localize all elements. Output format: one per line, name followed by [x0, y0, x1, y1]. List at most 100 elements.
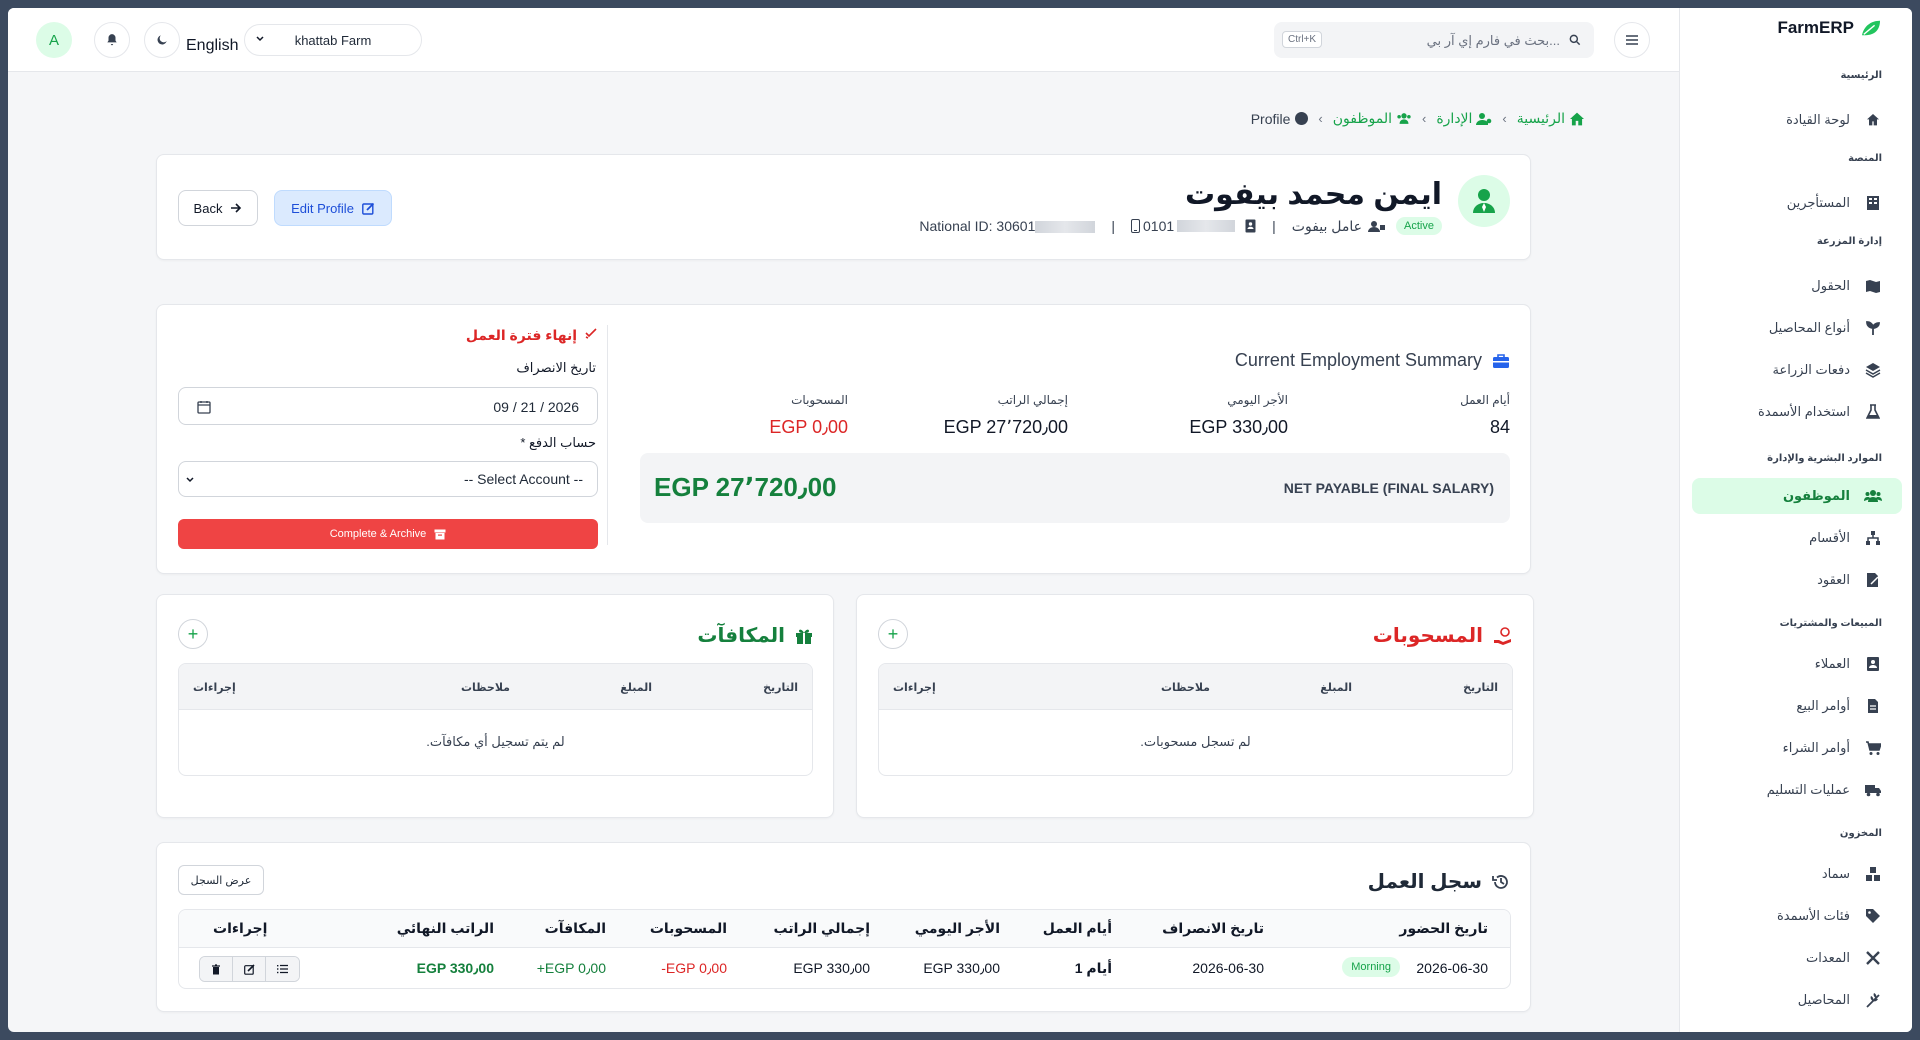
- edit-profile-button[interactable]: Edit Profile: [274, 190, 392, 226]
- sidebar-item-label: المعدات: [1805, 950, 1850, 965]
- payment-account-select[interactable]: -- Select Account --: [178, 461, 598, 497]
- sidebar-item-label: الأقسام: [1809, 530, 1850, 545]
- stat-daily-wage: الأجر اليومي EGP 330٫00: [1189, 393, 1288, 438]
- search-bar[interactable]: Ctrl+K بحث في فارم إي آر بي...: [1274, 22, 1594, 58]
- complete-archive-label: Complete & Archive: [329, 528, 427, 540]
- cell-days: 1 أيام: [1074, 960, 1112, 976]
- column-header-actions: إجراءات: [193, 682, 236, 694]
- invoice-icon: [1864, 697, 1882, 715]
- sidebar-item-label: دفعات الزراعة: [1772, 362, 1850, 377]
- role-label: عامل بيفوت: [1291, 217, 1363, 234]
- wheat-icon: [1864, 991, 1882, 1009]
- sidebar-item-planting-batches[interactable]: دفعات الزراعة: [1692, 352, 1902, 388]
- sidebar-item-tenants[interactable]: المستأجرين: [1692, 185, 1902, 221]
- net-payable-value: EGP 27٬720٫00: [654, 472, 837, 502]
- sidebar-item-fields[interactable]: الحقول: [1692, 268, 1902, 304]
- sidebar-item-fertilizer-usage[interactable]: استخدام الأسمدة: [1692, 394, 1902, 430]
- search-input[interactable]: بحث في فارم إي آر بي...: [1427, 33, 1560, 49]
- phone-prefix: 0101: [1143, 218, 1175, 234]
- status-badge: Active: [1396, 217, 1442, 235]
- breadcrumb-admin[interactable]: الإدارة: [1436, 110, 1492, 127]
- dark-mode-toggle[interactable]: [144, 22, 180, 58]
- menu-toggle-button[interactable]: [1614, 22, 1650, 58]
- column-header-rewards: المكافآت: [544, 920, 606, 936]
- list-icon: [277, 964, 288, 974]
- sidebar-item-sales-orders[interactable]: أوامر البيع: [1692, 688, 1902, 724]
- role: عامل بيفوت: [1292, 218, 1386, 235]
- hamburger-icon: [1626, 35, 1638, 45]
- sidebar-item-equipment[interactable]: المعدات: [1692, 940, 1902, 976]
- withdrawals-card: المسحوبات + التاريخ المبلغ ملاحظات إجراء…: [856, 594, 1534, 818]
- sidebar-item-customers[interactable]: العملاء: [1692, 646, 1902, 682]
- back-button[interactable]: Back: [178, 190, 258, 226]
- breadcrumb-admin-label: الإدارة: [1436, 110, 1473, 126]
- cart-icon: [1864, 739, 1882, 757]
- column-header-date: التاريخ: [763, 682, 798, 694]
- sidebar-item-purchase-orders[interactable]: أوامر الشراء: [1692, 730, 1902, 766]
- gift-icon: [796, 629, 812, 644]
- user-avatar[interactable]: A: [36, 22, 72, 58]
- history-icon: [1492, 874, 1508, 889]
- sidebar-item-employees[interactable]: الموظفون: [1692, 478, 1902, 514]
- sidebar-item-label: الحقول: [1811, 278, 1850, 293]
- details-button[interactable]: [266, 957, 299, 981]
- users-icon: [1397, 113, 1411, 124]
- net-payable-box: NET PAYABLE (FINAL SALARY) EGP 27٬720٫00: [640, 453, 1510, 523]
- sidebar-item-crops[interactable]: المحاصيل: [1692, 982, 1902, 1018]
- farm-selector[interactable]: khattab Farm: [244, 24, 422, 56]
- stat-value: EGP 0٫00: [769, 417, 848, 437]
- employee-meta: National ID: 30601 | 0101 | عامل بيفوت A…: [919, 217, 1442, 235]
- payment-account-label: حساب الدفع *: [520, 435, 596, 450]
- sidebar-section-sales: المبيعات والمشتريات: [1779, 618, 1882, 629]
- delete-button[interactable]: [200, 957, 233, 981]
- rewards-table: التاريخ المبلغ ملاحظات إجراءات لم يتم تس…: [178, 663, 813, 776]
- sidebar-item-label: أوامر البيع: [1796, 698, 1850, 713]
- sidebar-item-label: المستأجرين: [1786, 195, 1850, 210]
- sidebar-item-label: أوامر الشراء: [1782, 740, 1850, 755]
- sidebar-item-departments[interactable]: الأقسام: [1692, 520, 1902, 556]
- add-reward-button[interactable]: +: [178, 619, 208, 649]
- stat-withdrawals: المسحوبات EGP 0٫00: [769, 393, 848, 438]
- user-tag-icon: [1368, 220, 1386, 232]
- tools-icon: [1864, 949, 1882, 967]
- complete-archive-button[interactable]: Complete & Archive: [178, 519, 598, 549]
- sidebar-item-dashboard[interactable]: لوحة القيادة: [1692, 102, 1902, 138]
- user-tie-icon: [1473, 189, 1495, 213]
- sidebar-item-fertilizer-categories[interactable]: فئات الأسمدة: [1692, 898, 1902, 934]
- chevron-down-icon: [256, 36, 264, 42]
- departure-date-value: 09 / 21 / 2026: [493, 399, 579, 415]
- breadcrumb-home[interactable]: الرئيسية: [1517, 110, 1585, 127]
- column-header-total-salary: إجمالي الراتب: [773, 920, 870, 936]
- work-log-table: تاريخ الحضور تاريخ الانصراف أيام العمل ا…: [178, 909, 1511, 989]
- column-header-notes: ملاحظات: [461, 682, 510, 694]
- sidebar-item-contracts[interactable]: العقود: [1692, 562, 1902, 598]
- sitemap-icon: [1864, 529, 1882, 547]
- table-header: تاريخ الحضور تاريخ الانصراف أيام العمل ا…: [179, 910, 1510, 948]
- farm-name: khattab Farm: [294, 32, 372, 48]
- language-switcher[interactable]: English: [186, 37, 238, 55]
- departure-date-input[interactable]: 09 / 21 / 2026: [178, 387, 598, 425]
- row-actions: [199, 956, 300, 982]
- bell-icon: [107, 34, 117, 46]
- brand-logo[interactable]: FarmERP: [1777, 18, 1882, 38]
- edit-button[interactable]: [233, 957, 266, 981]
- sidebar-item-crop-types[interactable]: أنواع المحاصيل: [1692, 310, 1902, 346]
- add-withdrawal-button[interactable]: +: [878, 619, 908, 649]
- flask-icon: [1864, 403, 1882, 421]
- sidebar-item-fertilizer[interactable]: سماد: [1692, 856, 1902, 892]
- stat-label: أيام العمل: [1460, 393, 1510, 407]
- app-window: A English khattab Farm Ctrl+K بحث في فار…: [8, 8, 1912, 1032]
- sidebar-item-label: عمليات التسليم: [1766, 782, 1850, 797]
- view-log-button[interactable]: عرض السجل: [178, 865, 264, 895]
- stat-value: EGP 27٬720٫00: [943, 417, 1068, 437]
- hand-holding-dollar-icon: [1494, 626, 1511, 645]
- table-header: التاريخ المبلغ ملاحظات إجراءات: [179, 664, 812, 710]
- sidebar-item-label: العملاء: [1814, 656, 1850, 671]
- contact-icon: [1864, 655, 1882, 673]
- sidebar-item-deliveries[interactable]: عمليات التسليم: [1692, 772, 1902, 808]
- chevron-down-icon: [186, 477, 194, 483]
- cell-final-salary: EGP 330٫00: [416, 960, 494, 976]
- notifications-button[interactable]: [94, 22, 130, 58]
- search-icon: [1569, 34, 1581, 46]
- breadcrumb-employees[interactable]: الموظفون: [1333, 110, 1412, 127]
